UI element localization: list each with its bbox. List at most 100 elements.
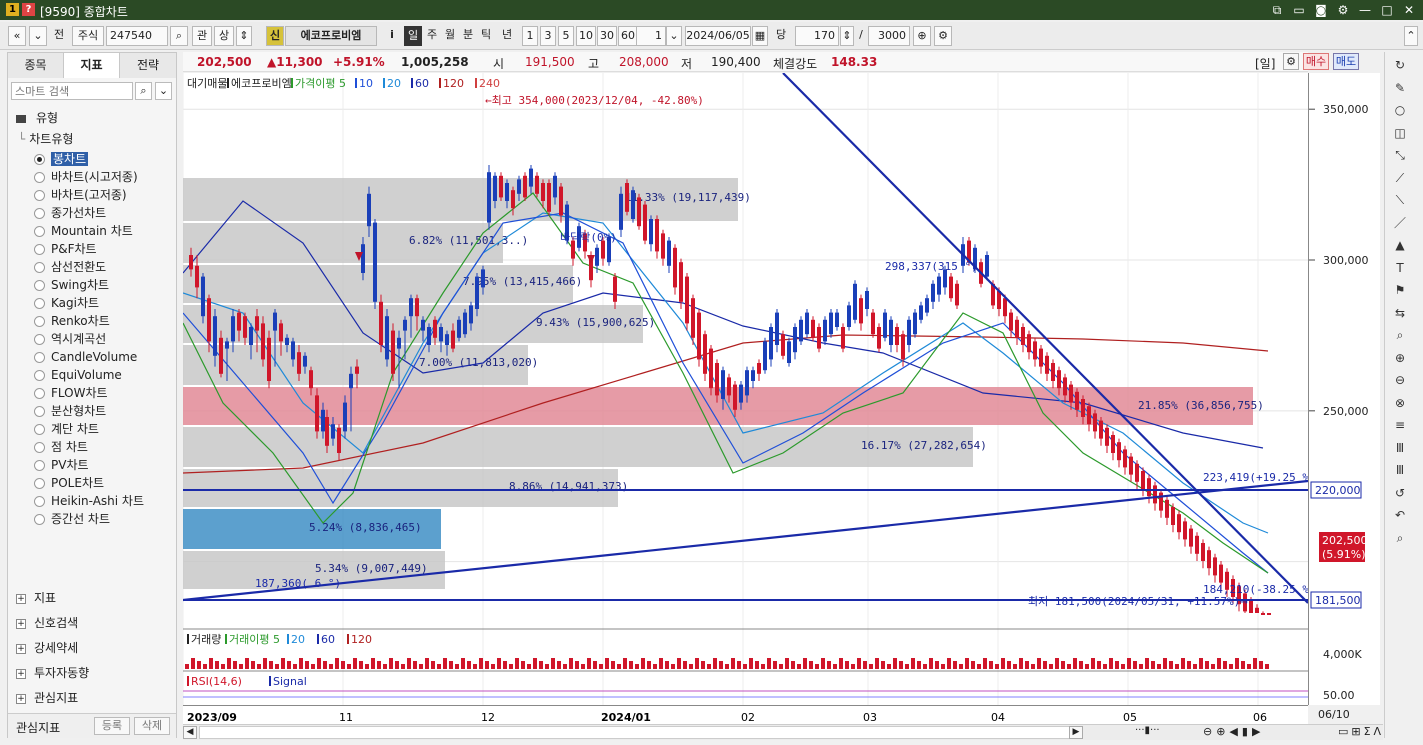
- period-week[interactable]: 주: [424, 26, 440, 46]
- radio-icon[interactable]: [34, 280, 45, 291]
- minimize-icon[interactable]: ▭: [1291, 2, 1307, 18]
- chart-type-item[interactable]: PV차트: [34, 456, 89, 474]
- layout-controls[interactable]: ▭⊞ΣΛ: [1338, 725, 1398, 739]
- market-select[interactable]: 주식: [72, 26, 104, 46]
- radio-icon[interactable]: [34, 478, 45, 489]
- remove-icon[interactable]: ⊗: [1391, 394, 1409, 412]
- expand-icon[interactable]: +: [16, 668, 26, 679]
- price-chart[interactable]: 11.33% (19,117,439) 6.82% (11,501,3..) 7.9…: [183, 73, 1308, 705]
- box-icon[interactable]: ◫: [1391, 124, 1409, 142]
- chart-type-item[interactable]: POLE차트: [34, 474, 104, 492]
- chart-type-item[interactable]: Mountain 차트: [34, 222, 133, 240]
- tab-indicator[interactable]: 지표: [64, 53, 120, 78]
- chart-type-item[interactable]: 봉차트: [34, 150, 89, 168]
- radio-icon[interactable]: [34, 154, 45, 165]
- calendar-icon[interactable]: ▦: [752, 26, 768, 46]
- line-icon[interactable]: ／: [1391, 214, 1409, 232]
- radio-icon[interactable]: [34, 370, 45, 381]
- auto-icon[interactable]: ▲: [1391, 236, 1409, 254]
- radio-icon[interactable]: [34, 334, 45, 345]
- radio-icon[interactable]: [34, 262, 45, 273]
- spinner-icon[interactable]: ⇕: [236, 26, 252, 46]
- interval-60[interactable]: 60: [618, 26, 638, 46]
- date-input[interactable]: 2024/06/05: [685, 26, 751, 46]
- zoom-in-icon[interactable]: ⊕: [1391, 349, 1409, 367]
- chevron-up-icon[interactable]: ⌃: [1404, 26, 1418, 46]
- indicator-group[interactable]: + 신호검색: [16, 613, 78, 633]
- indicator-group[interactable]: + 관심지표: [16, 688, 78, 708]
- gwan-button[interactable]: 관: [192, 26, 212, 46]
- zoom-slider[interactable]: ···▮···: [1135, 725, 1185, 739]
- expand-icon[interactable]: +: [16, 618, 26, 629]
- radio-icon[interactable]: [34, 316, 45, 327]
- period-tag[interactable]: [일]: [1255, 55, 1275, 72]
- interval-30[interactable]: 30: [597, 26, 617, 46]
- interval-3[interactable]: 3: [540, 26, 556, 46]
- radio-icon[interactable]: [34, 208, 45, 219]
- chart-type-item[interactable]: Kagi차트: [34, 294, 99, 312]
- tab-stock[interactable]: 종목: [8, 53, 64, 78]
- expand-icon[interactable]: +: [16, 593, 26, 604]
- pencil-icon[interactable]: ✎: [1391, 79, 1409, 97]
- radio-icon[interactable]: [34, 352, 45, 363]
- circle-icon[interactable]: ○: [1391, 101, 1409, 119]
- chart-type-item[interactable]: 바차트(시고저종): [34, 168, 138, 186]
- indicator-group[interactable]: + 강세약세: [16, 638, 78, 658]
- chart-type-item[interactable]: EquiVolume: [34, 366, 122, 384]
- camera-icon[interactable]: ◙: [1313, 2, 1329, 18]
- radio-icon[interactable]: [34, 172, 45, 183]
- chevron-down-icon[interactable]: ⌄: [666, 26, 682, 46]
- radio-icon[interactable]: [34, 298, 45, 309]
- indicator-group[interactable]: + 투자자동향: [16, 663, 89, 683]
- smart-search-input[interactable]: [12, 83, 130, 99]
- gear-icon[interactable]: ⚙: [1283, 53, 1299, 70]
- bars-icon[interactable]: Ⅲ: [1391, 461, 1409, 479]
- gear-icon[interactable]: ⚙: [934, 26, 952, 46]
- total-input[interactable]: 3000: [868, 26, 910, 46]
- stock-name[interactable]: 에코프로비엠: [285, 26, 377, 46]
- radio-icon[interactable]: [34, 514, 45, 525]
- chart-type-item[interactable]: Swing차트: [34, 276, 109, 294]
- restore-icon[interactable]: ⧉: [1269, 2, 1285, 18]
- redo-icon[interactable]: ↶: [1391, 506, 1409, 524]
- chart-type-item[interactable]: 점 차트: [34, 438, 88, 456]
- subsection-chart-type[interactable]: └ 차트유형: [18, 130, 73, 148]
- scroll-right-icon[interactable]: ▶: [1069, 726, 1083, 739]
- chart-type-item[interactable]: FLOW차트: [34, 384, 108, 402]
- list-icon[interactable]: ≡: [1391, 416, 1409, 434]
- delete-button[interactable]: 삭제: [134, 717, 170, 735]
- period-year[interactable]: 년: [498, 26, 516, 46]
- swap-icon[interactable]: ⇆: [1391, 304, 1409, 322]
- chart-type-item[interactable]: 종가선차트: [34, 204, 106, 222]
- chart-type-item[interactable]: 증간선 차트: [34, 510, 110, 528]
- radio-icon[interactable]: [34, 388, 45, 399]
- radio-icon[interactable]: [34, 442, 45, 453]
- chevron-down-icon[interactable]: ⌄: [29, 26, 47, 46]
- interval-10[interactable]: 10: [576, 26, 596, 46]
- radio-icon[interactable]: [34, 460, 45, 471]
- chevron-down-icon[interactable]: ⌄: [155, 82, 172, 100]
- chart-type-item[interactable]: 계단 차트: [34, 420, 99, 438]
- find-icon[interactable]: ⌕: [1391, 529, 1409, 547]
- chart-type-item[interactable]: Heikin-Ashi 차트: [34, 492, 144, 510]
- radio-icon[interactable]: [34, 226, 45, 237]
- search-icon[interactable]: ⌕: [170, 26, 188, 46]
- interval-5[interactable]: 5: [558, 26, 574, 46]
- chart-type-item[interactable]: 바차트(고저종): [34, 186, 127, 204]
- search-icon[interactable]: ⌕: [135, 82, 152, 100]
- refresh-icon[interactable]: ↻: [1391, 56, 1409, 74]
- register-button[interactable]: 등록: [94, 717, 130, 735]
- sang-button[interactable]: 상: [214, 26, 234, 46]
- info-icon[interactable]: i: [384, 26, 400, 46]
- count-input[interactable]: 170: [795, 26, 839, 46]
- chart-type-item[interactable]: 삼선전환도: [34, 258, 106, 276]
- zoom-out-icon[interactable]: ⊖: [1391, 371, 1409, 389]
- trendline-icon[interactable]: ⟋: [1391, 169, 1409, 187]
- chart-type-item[interactable]: CandleVolume: [34, 348, 137, 366]
- bars-icon[interactable]: Ⅲ: [1391, 439, 1409, 457]
- zoom-in-icon[interactable]: ⊕: [913, 26, 931, 46]
- chart-type-item[interactable]: 역시계곡선: [34, 330, 106, 348]
- chart-type-item[interactable]: P&F차트: [34, 240, 97, 258]
- buy-button[interactable]: 매수: [1303, 53, 1329, 70]
- interval-1[interactable]: 1: [522, 26, 538, 46]
